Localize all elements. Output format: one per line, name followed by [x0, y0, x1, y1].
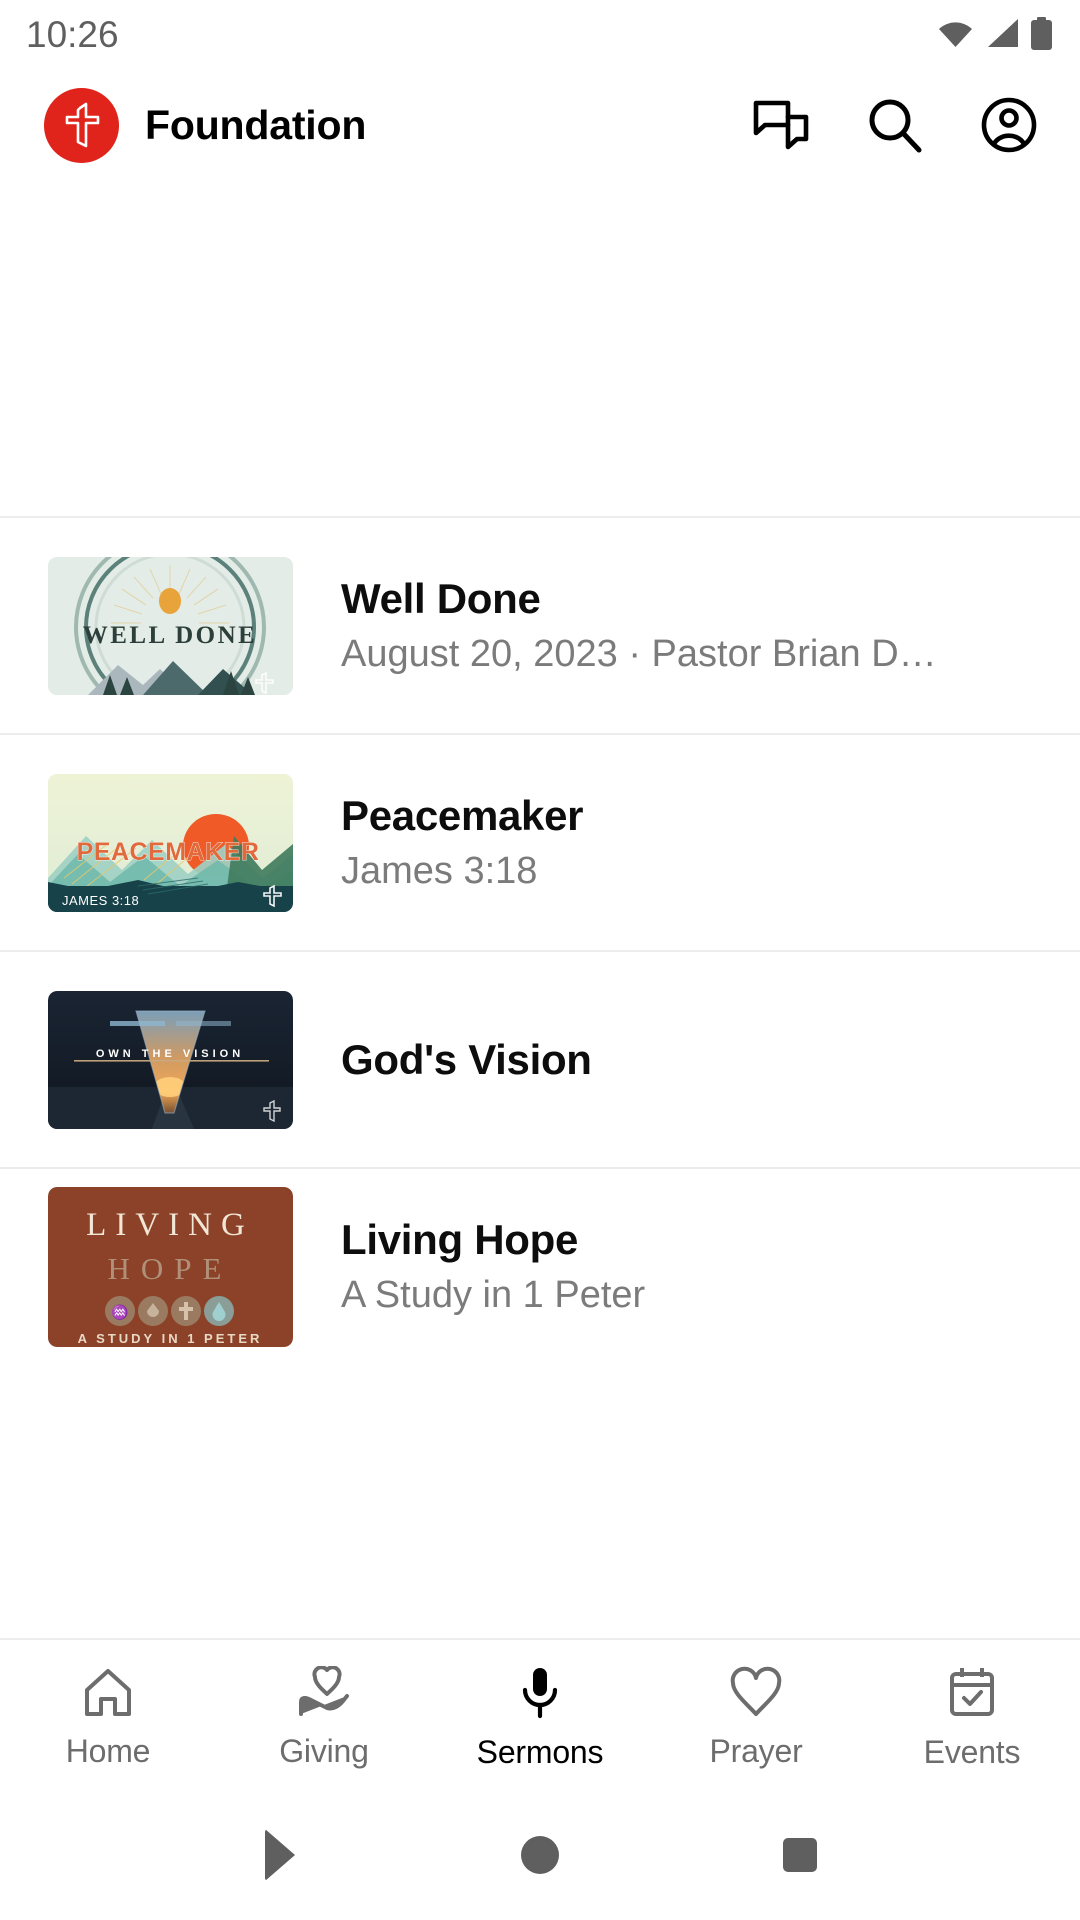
list-item-title: God's Vision	[341, 1035, 592, 1083]
svg-text:LIVING: LIVING	[86, 1207, 254, 1243]
church-cross-logo	[44, 87, 119, 163]
list-item-subtitle: A Study in 1 Peter	[341, 1273, 646, 1316]
cellular-signal-icon	[985, 18, 1020, 48]
messages-icon[interactable]	[750, 94, 812, 156]
battery-icon	[1031, 16, 1052, 50]
bottom-navigation: Home Giving Sermons Prayer Events	[0, 1638, 1080, 1790]
row-text: Peacemaker James 3:18	[341, 791, 1036, 893]
nav-label-home: Home	[65, 1733, 151, 1769]
home-circle-icon	[521, 1836, 559, 1874]
svg-text:WELL DONE: WELL DONE	[83, 622, 258, 649]
table-row[interactable]: LIVING HOPE ♒ A STUDY IN 1 PETER Living …	[0, 1169, 1080, 1347]
table-row[interactable]: OWN THE VISION God's Vision	[0, 952, 1080, 1167]
back-triangle-icon	[265, 1829, 295, 1881]
status-bar: 10:26	[0, 0, 1080, 66]
wifi-icon	[937, 18, 974, 48]
nav-item-home[interactable]: Home	[0, 1660, 216, 1770]
svg-text:HOPE: HOPE	[108, 1251, 233, 1286]
nav-item-sermons[interactable]: Sermons	[432, 1659, 648, 1771]
app-root: 10:26 Foundation WELL DONE Well Done Aug…	[0, 0, 1080, 1920]
recents-square-icon	[783, 1838, 817, 1872]
recents-button[interactable]	[755, 1810, 845, 1900]
app-bar-actions	[750, 94, 1046, 156]
gods-vision-thumbnail: OWN THE VISION	[48, 990, 293, 1129]
table-row[interactable]: PEACEMAKER JAMES 3:18 Peacemaker James 3…	[0, 735, 1080, 950]
list-item-title: Well Done	[341, 575, 541, 623]
home-icon	[81, 1666, 135, 1718]
row-text: God's Vision	[341, 1035, 1036, 1085]
back-button[interactable]	[235, 1810, 325, 1900]
microphone-icon	[517, 1665, 563, 1719]
nav-label-events: Events	[923, 1734, 1021, 1770]
heart-icon	[727, 1666, 785, 1718]
living-hope-thumbnail: LIVING HOPE ♒ A STUDY IN 1 PETER	[48, 1187, 293, 1347]
nav-item-events[interactable]: Events	[864, 1659, 1080, 1771]
row-text: Living Hope A Study in 1 Peter	[341, 1187, 1036, 1317]
svg-text:OWN THE VISION: OWN THE VISION	[96, 1048, 244, 1060]
table-row[interactable]: WELL DONE Well Done August 20, 2023 · Pa…	[0, 518, 1080, 733]
nav-item-prayer[interactable]: Prayer	[648, 1660, 864, 1770]
nav-label-sermons: Sermons	[476, 1734, 604, 1770]
list-item-title: Peacemaker	[341, 792, 584, 840]
account-icon[interactable]	[978, 94, 1040, 156]
list-item-subtitle: August 20, 2023 · Pastor Brian D…	[341, 632, 937, 675]
search-icon[interactable]	[864, 94, 926, 156]
list-item-title: Living Hope	[341, 1216, 579, 1263]
status-time: 10:26	[26, 13, 119, 55]
calendar-check-icon	[946, 1665, 998, 1719]
brand[interactable]: Foundation	[44, 87, 750, 163]
nav-label-giving: Giving	[279, 1733, 369, 1769]
app-title: Foundation	[145, 101, 367, 148]
list-top-spacer	[0, 184, 1080, 516]
home-button[interactable]	[495, 1810, 585, 1900]
sermon-list[interactable]: WELL DONE Well Done August 20, 2023 · Pa…	[0, 184, 1080, 1638]
list-item-subtitle: James 3:18	[341, 849, 538, 892]
status-icon-group	[937, 16, 1054, 50]
nav-label-prayer: Prayer	[709, 1733, 803, 1769]
nav-item-giving[interactable]: Giving	[216, 1660, 432, 1770]
svg-text:♒: ♒	[111, 1304, 128, 1321]
row-text: Well Done August 20, 2023 · Pastor Brian…	[341, 574, 1036, 676]
giving-icon	[295, 1666, 353, 1718]
svg-text:JAMES 3:18: JAMES 3:18	[62, 893, 139, 908]
svg-text:PEACEMAKER: PEACEMAKER	[77, 838, 260, 866]
peacemaker-thumbnail: PEACEMAKER JAMES 3:18	[48, 773, 293, 912]
svg-text:A STUDY IN 1 PETER: A STUDY IN 1 PETER	[78, 1331, 263, 1346]
app-bar: Foundation	[0, 66, 1080, 184]
system-navigation-bar	[0, 1790, 1080, 1920]
well-done-thumbnail: WELL DONE	[48, 556, 293, 695]
